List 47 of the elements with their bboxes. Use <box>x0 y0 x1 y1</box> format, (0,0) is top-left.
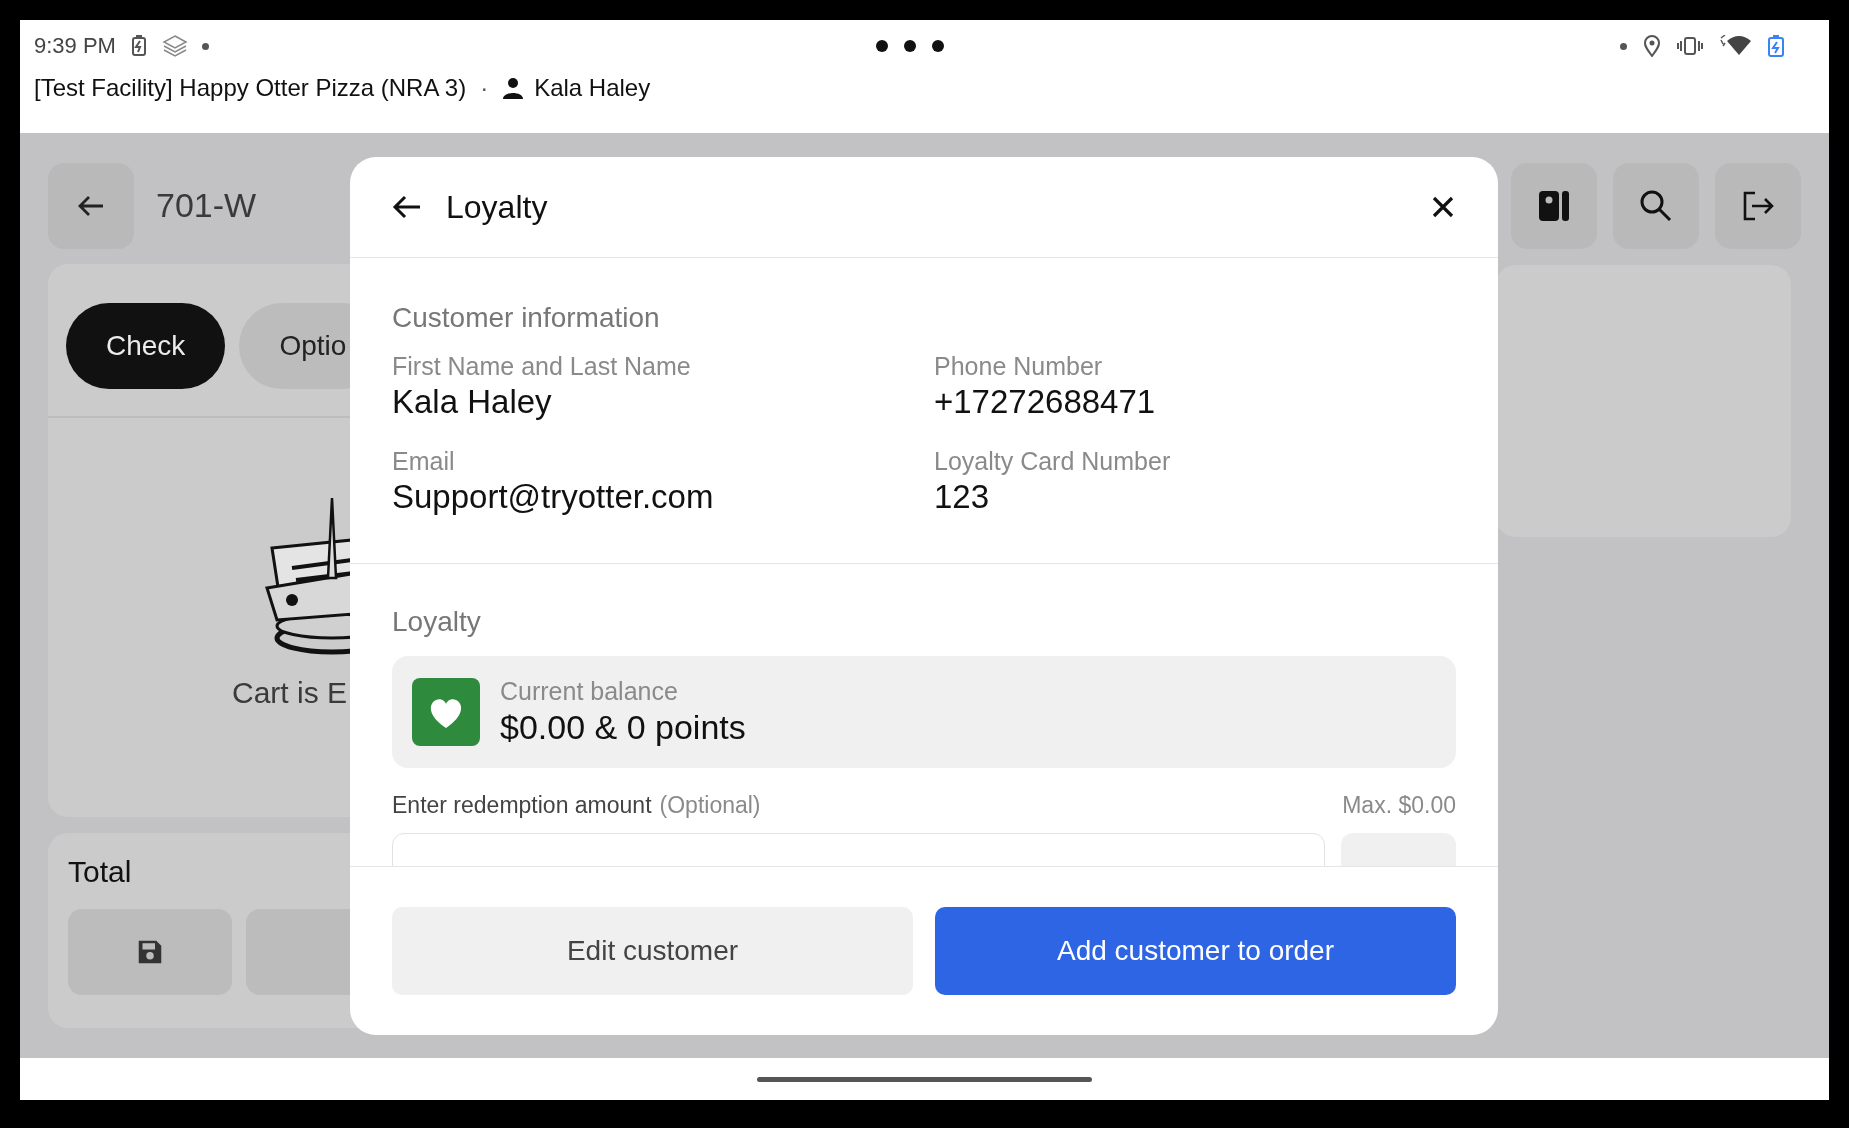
empty-cart-message: Cart is E <box>232 676 348 710</box>
back-arrow-icon <box>392 194 422 220</box>
vibrate-icon <box>1677 36 1703 56</box>
battery-saver-icon <box>129 35 148 57</box>
field-label: Email <box>392 447 456 476</box>
close-icon <box>1432 196 1454 218</box>
search-icon <box>1639 189 1673 223</box>
field-label: First Name and Last Name <box>392 352 692 381</box>
notification-dot-icon <box>1620 42 1627 50</box>
device-button[interactable] <box>1511 163 1597 249</box>
field-label: Loyalty Card Number <box>934 447 1172 476</box>
person-icon <box>502 77 525 99</box>
section-title: Loyalty <box>392 606 482 638</box>
logout-icon <box>1742 191 1774 221</box>
redemption-label: Enter redemption amount <box>392 792 652 819</box>
user-name: Kala Haley <box>534 74 651 102</box>
wifi-icon <box>1719 35 1751 57</box>
section-title: Customer information <box>392 302 661 334</box>
field-value: Kala Haley <box>392 383 553 421</box>
field-value: +17272688471 <box>934 383 1157 421</box>
field-label: Phone Number <box>934 352 1104 381</box>
balance-label: Current balance <box>500 677 679 706</box>
field-value: 123 <box>934 478 991 516</box>
layers-icon <box>161 33 188 59</box>
device-icon <box>1537 189 1571 223</box>
save-button[interactable] <box>68 909 232 995</box>
more-dots-icon <box>875 40 944 52</box>
optional-hint: (Optional) <box>659 792 761 819</box>
clock-time: 9:39 PM <box>34 33 116 59</box>
edit-customer-button[interactable]: Edit customer <box>392 907 913 995</box>
search-button[interactable] <box>1613 163 1699 249</box>
home-indicator[interactable] <box>757 1076 1092 1082</box>
location-pin-icon <box>1643 35 1661 57</box>
order-number: 701-W <box>156 186 257 225</box>
facility-name: [Test Facility] Happy Otter Pizza (NRA 3) <box>34 74 467 102</box>
logout-button[interactable] <box>1715 163 1801 249</box>
add-customer-button[interactable]: Add customer to order <box>935 907 1456 995</box>
separator-dot: · <box>480 74 489 102</box>
tab[interactable]: Check <box>66 303 226 389</box>
dialog-title: Loyalty <box>446 188 548 226</box>
field-value: Support@tryotter.com <box>392 478 715 516</box>
back-arrow-icon <box>77 193 105 218</box>
notification-dot-icon <box>201 42 209 50</box>
battery-charging-icon <box>1767 34 1785 58</box>
max-amount: Max. $0.00 <box>1342 792 1456 819</box>
total-label: Total <box>68 855 133 889</box>
balance-value: $0.00 & 0 points <box>500 708 746 747</box>
